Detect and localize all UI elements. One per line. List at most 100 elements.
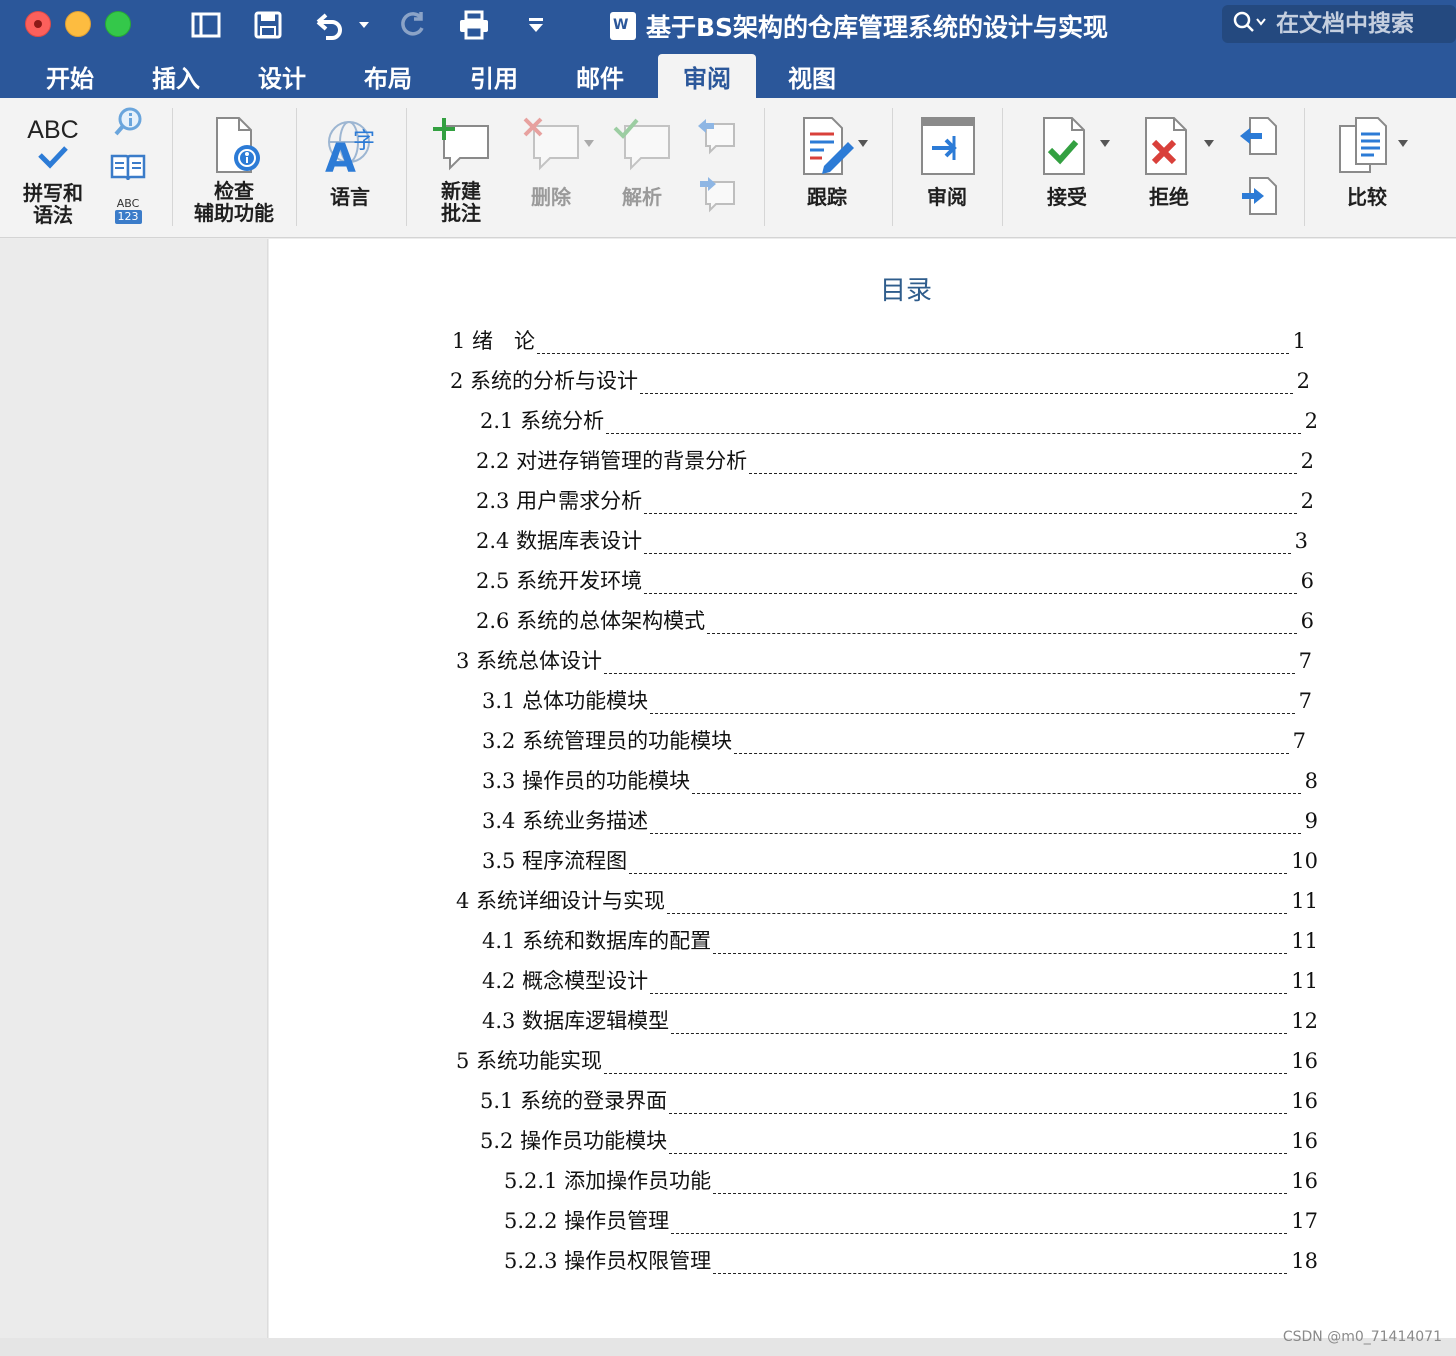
resolve-comment-button[interactable]: 解析 [604, 114, 680, 208]
review-label: 审阅 [927, 185, 967, 209]
undo-dropdown-icon[interactable] [356, 8, 372, 42]
toc-entry[interactable]: 3.2 系统管理员的功能模块 7 [482, 726, 1306, 756]
toc-entry[interactable]: 1 绪 论 1 [452, 326, 1306, 356]
search-input[interactable] [1276, 11, 1446, 37]
toc-entry[interactable]: 3.1 总体功能模块 7 [482, 686, 1312, 716]
toc-dot-leader [604, 673, 1295, 674]
zoom-window-button[interactable] [105, 11, 131, 37]
toc-entry[interactable]: 2 系统的分析与设计 2 [450, 366, 1310, 396]
toc-entry[interactable]: 5.2.2 操作员管理 17 [504, 1206, 1318, 1236]
search-icon[interactable] [1232, 10, 1268, 38]
toc-entry[interactable]: 5.2.1 添加操作员功能 16 [504, 1166, 1318, 1196]
toc-page-number: 16 [1291, 1049, 1318, 1073]
previous-comment-icon[interactable] [694, 116, 738, 156]
customize-toolbar-icon[interactable] [524, 8, 548, 42]
toc-entry[interactable]: 2.4 数据库表设计 3 [476, 526, 1308, 556]
sidebar-toggle-icon[interactable] [186, 8, 226, 42]
print-icon[interactable] [454, 8, 494, 42]
check-accessibility-button[interactable]: 检查 辅助功能 [186, 114, 282, 224]
compare-documents-icon [1339, 117, 1387, 173]
toc-page-number: 6 [1300, 569, 1314, 593]
review-pane-button[interactable]: 审阅 [910, 114, 984, 208]
resolve-label: 解析 [622, 185, 662, 209]
track-dropdown-icon[interactable] [858, 140, 868, 147]
tab-view[interactable]: 视图 [778, 54, 846, 98]
language-button[interactable]: A字 语言 [312, 114, 388, 208]
toc-entry[interactable]: 3.3 操作员的功能模块 8 [482, 766, 1318, 796]
spelling-label-line2: 语法 [33, 203, 73, 227]
toc-page-number: 10 [1291, 849, 1318, 873]
toc-entry[interactable]: 3.5 程序流程图 10 [482, 846, 1318, 876]
toc-entry[interactable]: 2.6 系统的总体架构模式 6 [476, 606, 1314, 636]
toc-entry-text: 4.3 数据库逻辑模型 [482, 1009, 670, 1033]
reject-change-button[interactable]: 拒绝 [1132, 114, 1206, 208]
toc-dot-leader [644, 553, 1291, 554]
toc-entry[interactable]: 4.3 数据库逻辑模型 12 [482, 1006, 1318, 1036]
toc-entry[interactable]: 3 系统总体设计 7 [456, 646, 1312, 676]
toc-entry-text: 2.1 系统分析 [480, 409, 605, 433]
close-window-button[interactable] [25, 11, 51, 37]
toc-entry[interactable]: 2.2 对进存销管理的背景分析 2 [476, 446, 1314, 476]
toc-page-number: 6 [1300, 609, 1314, 633]
toc-dot-leader [606, 433, 1301, 434]
dictionary-icon[interactable] [108, 152, 148, 182]
tab-layout[interactable]: 布局 [354, 54, 422, 98]
save-icon[interactable] [250, 8, 286, 42]
smart-lookup-icon[interactable] [108, 106, 148, 138]
tab-design[interactable]: 设计 [248, 54, 316, 98]
toc-dot-leader [629, 873, 1288, 874]
toc-entry[interactable]: 2.3 用户需求分析 2 [476, 486, 1314, 516]
toc-entry-text: 2 系统的分析与设计 [450, 369, 639, 393]
delete-dropdown-icon[interactable] [584, 140, 594, 147]
toc-entry-text: 4.1 系统和数据库的配置 [482, 929, 712, 953]
compare-button[interactable]: 比较 [1326, 114, 1408, 208]
next-change-icon[interactable] [1236, 176, 1280, 216]
toc-entry[interactable]: 4.2 概念模型设计 11 [482, 966, 1318, 996]
tab-insert[interactable]: 插入 [142, 54, 210, 98]
compare-dropdown-icon[interactable] [1398, 140, 1408, 147]
toc-entry[interactable]: 5.2.3 操作员权限管理 18 [504, 1246, 1318, 1276]
word-count-123-text: 123 [114, 210, 142, 224]
delete-comment-button[interactable]: 删除 [506, 114, 596, 208]
accept-dropdown-icon[interactable] [1100, 140, 1110, 147]
undo-icon[interactable] [308, 8, 348, 42]
toc-page-number: 18 [1291, 1249, 1318, 1273]
search-box[interactable] [1222, 5, 1456, 43]
toc-entry[interactable]: 2.5 系统开发环境 6 [476, 566, 1314, 596]
toc-page-number: 16 [1291, 1129, 1318, 1153]
delete-comment-icon [523, 117, 579, 171]
new-comment-button[interactable]: 新建 批注 [424, 114, 498, 224]
toc-entry[interactable]: 2.1 系统分析 2 [480, 406, 1318, 436]
tab-review[interactable]: 审阅 [658, 54, 756, 98]
track-changes-button[interactable]: 跟踪 [790, 114, 864, 208]
toc-entry[interactable]: 3.4 系统业务描述 9 [482, 806, 1318, 836]
minimize-window-button[interactable] [65, 11, 91, 37]
language-icon: A字 [325, 121, 375, 180]
toc-dot-leader [671, 1233, 1288, 1234]
toc-entry[interactable]: 4 系统详细设计与实现 11 [456, 886, 1318, 916]
word-count-button[interactable]: ABC 123 [110, 198, 146, 224]
toc-page-number: 2 [1300, 489, 1314, 513]
ribbon-separator [406, 108, 407, 226]
toc-entry[interactable]: 5.1 系统的登录界面 16 [480, 1086, 1318, 1116]
word-document-icon [610, 12, 636, 40]
compare-label: 比较 [1347, 185, 1387, 209]
previous-change-icon[interactable] [1236, 116, 1280, 156]
tab-mailings[interactable]: 邮件 [566, 54, 634, 98]
toc-page-number: 7 [1298, 689, 1312, 713]
tab-home[interactable]: 开始 [36, 54, 104, 98]
accessibility-label-line2: 辅助功能 [194, 201, 274, 225]
redo-icon[interactable] [394, 8, 430, 42]
accessibility-label-line1: 检查 [214, 179, 254, 203]
toc-page-number: 17 [1291, 1209, 1318, 1233]
toc-entry[interactable]: 4.1 系统和数据库的配置 11 [482, 926, 1318, 956]
spelling-grammar-button[interactable]: ABC 拼写和 语法 [14, 116, 92, 226]
toc-entry[interactable]: 5 系统功能实现 16 [456, 1046, 1318, 1076]
next-comment-icon[interactable] [694, 174, 738, 214]
toc-entry[interactable]: 5.2 操作员功能模块 16 [480, 1126, 1318, 1156]
reject-dropdown-icon[interactable] [1204, 140, 1214, 147]
toc-dot-leader [707, 633, 1297, 634]
accept-change-button[interactable]: 接受 [1030, 114, 1104, 208]
tab-references[interactable]: 引用 [460, 54, 528, 98]
document-title-text: 基于BS架构的仓库管理系统的设计与实现 [646, 13, 1109, 42]
